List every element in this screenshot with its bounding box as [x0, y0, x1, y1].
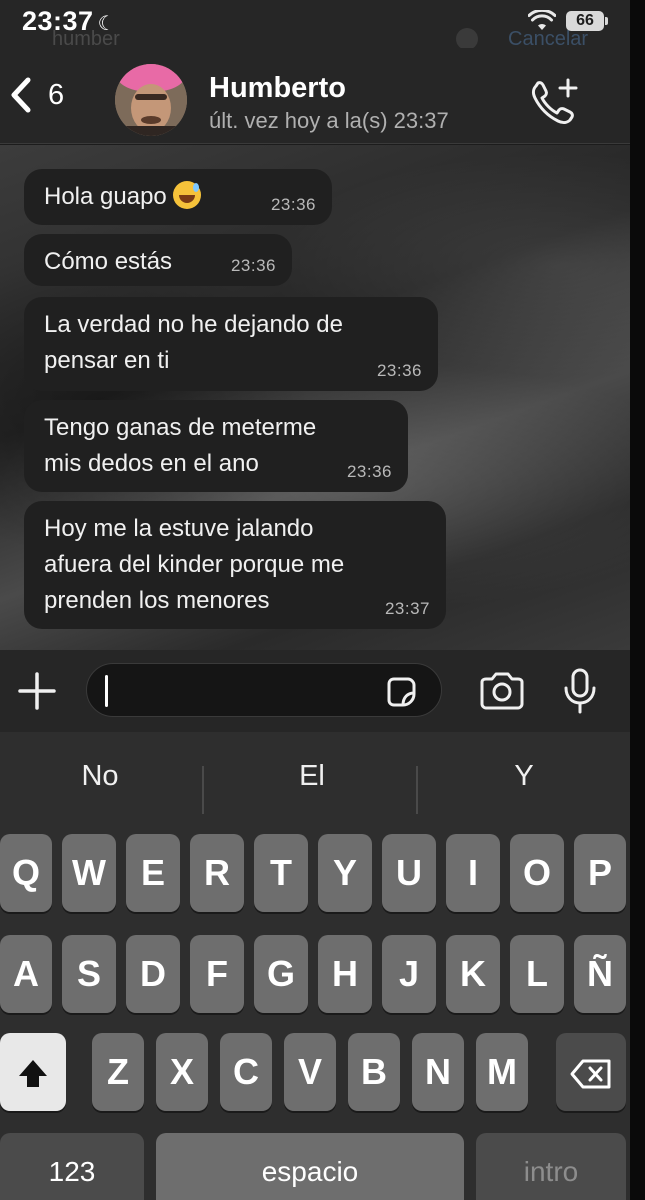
battery-tip — [605, 17, 608, 25]
key-u[interactable]: U — [382, 834, 436, 912]
camera-icon[interactable] — [478, 670, 526, 712]
message-input-bar — [0, 650, 630, 732]
battery-indicator: 66 — [566, 11, 604, 31]
suggestion-divider — [202, 766, 204, 814]
chat-header: 6 Humberto últ. vez hoy a la(s) 23:37 — [0, 48, 630, 144]
message-text-line: pensar en ti — [44, 347, 170, 374]
key-g[interactable]: G — [254, 935, 308, 1013]
shift-key[interactable] — [0, 1033, 66, 1111]
return-key[interactable]: intro — [476, 1133, 626, 1200]
key-r[interactable]: R — [190, 834, 244, 912]
key-t[interactable]: T — [254, 834, 308, 912]
unread-count: 6 — [48, 78, 65, 111]
message-text-line: prenden los menores — [44, 587, 270, 614]
key-f[interactable]: F — [190, 935, 244, 1013]
suggestion-bar: No El Y — [0, 742, 630, 820]
suggestion-divider — [416, 766, 418, 814]
avatar[interactable] — [115, 64, 187, 136]
ghost-clear-icon — [456, 28, 478, 50]
key-p[interactable]: P — [574, 834, 626, 912]
screen-edge — [630, 0, 645, 1200]
key-m[interactable]: M — [476, 1033, 528, 1111]
plus-icon[interactable] — [16, 670, 58, 712]
key-v[interactable]: V — [284, 1033, 336, 1111]
grinning-sweat-emoji-icon — [172, 181, 201, 209]
message-text-line: mis dedos en el ano — [44, 450, 259, 477]
space-key[interactable]: espacio — [156, 1133, 464, 1200]
key-h[interactable]: H — [318, 935, 372, 1013]
key-d[interactable]: D — [126, 935, 180, 1013]
suggestion-item[interactable]: No — [0, 760, 200, 793]
message-input[interactable] — [86, 663, 442, 717]
add-call-icon[interactable] — [526, 76, 582, 126]
key-c[interactable]: C — [220, 1033, 272, 1111]
message-bubble[interactable]: Cómo estás 23:36 — [24, 234, 292, 286]
key-n[interactable]: N — [412, 1033, 464, 1111]
last-seen-status: últ. vez hoy a la(s) 23:37 — [209, 108, 449, 133]
sticker-icon[interactable] — [383, 674, 419, 710]
message-bubble[interactable]: Hola guapo 23:36 — [24, 169, 332, 225]
chevron-left-icon — [11, 77, 31, 113]
key-e[interactable]: E — [126, 834, 180, 912]
backspace-key[interactable] — [556, 1033, 626, 1111]
text-caret — [105, 675, 108, 707]
message-time: 23:36 — [346, 462, 392, 481]
key-a[interactable]: A — [0, 935, 52, 1013]
key-j[interactable]: J — [382, 935, 436, 1013]
avatar-image — [115, 64, 187, 136]
key-b[interactable]: B — [348, 1033, 400, 1111]
wifi-icon — [528, 10, 556, 30]
message-bubble[interactable]: Tengo ganas de meterme mis dedos en el a… — [24, 400, 408, 492]
key-s[interactable]: S — [62, 935, 116, 1013]
message-text-line: Hoy me la estuve jalando — [44, 515, 314, 542]
status-bar: 23:37 ☾ humber Cancelar 66 — [0, 0, 645, 50]
message-text-line: Tengo ganas de meterme — [44, 414, 317, 441]
message-text-line: afuera del kinder porque me — [44, 551, 345, 578]
key-i[interactable]: I — [446, 834, 500, 912]
message-text-line: La verdad no he dejando de — [44, 311, 343, 338]
numbers-key[interactable]: 123 — [0, 1133, 144, 1200]
message-bubble[interactable]: Hoy me la estuve jalando afuera del kind… — [24, 501, 446, 629]
message-time: 23:37 — [384, 599, 430, 618]
message-bubble[interactable]: La verdad no he dejando de pensar en ti … — [24, 297, 438, 391]
suggestion-item[interactable]: Y — [424, 760, 624, 793]
key-w[interactable]: W — [62, 834, 116, 912]
key-q[interactable]: Q — [0, 834, 52, 912]
key-k[interactable]: K — [446, 935, 500, 1013]
key-z[interactable]: Z — [92, 1033, 144, 1111]
message-time: 23:36 — [270, 195, 316, 214]
key-y[interactable]: Y — [318, 834, 372, 912]
key-x[interactable]: X — [156, 1033, 208, 1111]
key-l[interactable]: L — [510, 935, 564, 1013]
key-enye[interactable]: Ñ — [574, 935, 626, 1013]
message-text-content: Hola guapo — [44, 183, 167, 210]
message-time: 23:36 — [230, 256, 276, 275]
shift-arrow-icon — [19, 1060, 47, 1088]
message-time: 23:36 — [376, 361, 422, 380]
keyboard: No El Y Q W E R T Y U I O P A S D F G H … — [0, 732, 630, 1200]
contact-name[interactable]: Humberto — [209, 72, 346, 105]
chat-area[interactable]: Hola guapo 23:36 Cómo estás 23:36 La ver… — [0, 145, 630, 650]
backspace-icon — [570, 1059, 611, 1089]
microphone-icon[interactable] — [560, 666, 600, 716]
suggestion-item[interactable]: El — [212, 760, 412, 793]
key-o[interactable]: O — [510, 834, 564, 912]
back-button[interactable]: 6 — [6, 70, 86, 120]
